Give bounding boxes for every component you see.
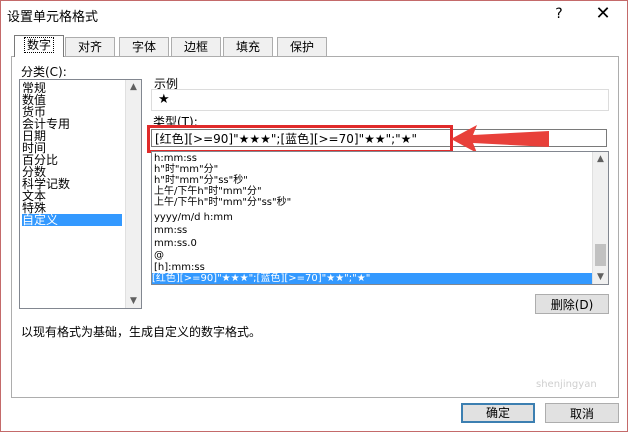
category-label: 分类(C):: [21, 65, 67, 79]
category-scrollbar[interactable]: ▲ ▼: [125, 80, 141, 308]
format-item[interactable]: h"时"mm"分"ss"秒": [154, 175, 248, 186]
format-scrollbar[interactable]: ▲ ▼: [592, 152, 608, 284]
window-title: 设置单元格格式: [7, 10, 99, 25]
sample-value: ★: [158, 92, 170, 107]
cancel-button[interactable]: 取消: [545, 403, 619, 423]
scrollbar-thumb[interactable]: [595, 244, 606, 266]
format-item[interactable]: yyyy/m/d h:mm: [154, 212, 233, 223]
scroll-down-icon[interactable]: ▼: [126, 294, 141, 308]
format-item[interactable]: h"时"mm"分": [154, 164, 218, 175]
tab-number-label: 数字: [23, 37, 54, 53]
scroll-up-icon[interactable]: ▲: [126, 80, 141, 94]
format-item[interactable]: mm:ss.0: [154, 238, 197, 249]
title-bar: 设置单元格格式 ? ✕: [1, 1, 627, 27]
ok-button[interactable]: 确定: [461, 403, 535, 423]
format-item[interactable]: [h]:mm:ss: [154, 262, 205, 273]
format-list[interactable]: h:mm:ss h"时"mm"分" h"时"mm"分"ss"秒" 上午/下午h"…: [151, 151, 609, 285]
format-item[interactable]: @: [154, 250, 164, 261]
tab-border[interactable]: 边框: [171, 37, 221, 56]
sample-box: ★: [151, 89, 609, 111]
category-item-selected[interactable]: 自定义: [22, 214, 122, 226]
format-item[interactable]: h:mm:ss: [154, 153, 197, 164]
tab-alignment[interactable]: 对齐: [65, 37, 115, 56]
category-list[interactable]: 常规 数值 货币 会计专用 日期 时间 百分比 分数 科学记数 文本 特殊 自定…: [19, 79, 142, 309]
tab-font[interactable]: 字体: [119, 37, 169, 56]
format-item[interactable]: 上午/下午h"时"mm"分": [154, 186, 262, 197]
format-item[interactable]: mm:ss: [154, 225, 187, 236]
tab-fill[interactable]: 填充: [223, 37, 273, 56]
annotation-highlight-box: [147, 125, 453, 153]
description-text: 以现有格式为基础，生成自定义的数字格式。: [21, 325, 262, 339]
close-button[interactable]: ✕: [591, 4, 615, 24]
tab-number[interactable]: 数字: [14, 35, 64, 57]
format-item-selected[interactable]: [红色][>=90]"★★★";[蓝色][>=70]"★★";"★": [152, 273, 592, 284]
format-cells-dialog: 设置单元格格式 ? ✕ 数字 对齐 字体 边框 填充 保护 分类(C): 常规 …: [0, 0, 628, 432]
format-item[interactable]: 上午/下午h"时"mm"分"ss"秒": [154, 197, 291, 208]
help-button[interactable]: ?: [549, 4, 569, 24]
scroll-down-icon[interactable]: ▼: [593, 270, 608, 284]
watermark: shenjingyan: [536, 379, 597, 390]
scroll-up-icon[interactable]: ▲: [593, 152, 608, 166]
tab-protection[interactable]: 保护: [277, 37, 327, 56]
delete-button[interactable]: 删除(D): [535, 294, 609, 314]
